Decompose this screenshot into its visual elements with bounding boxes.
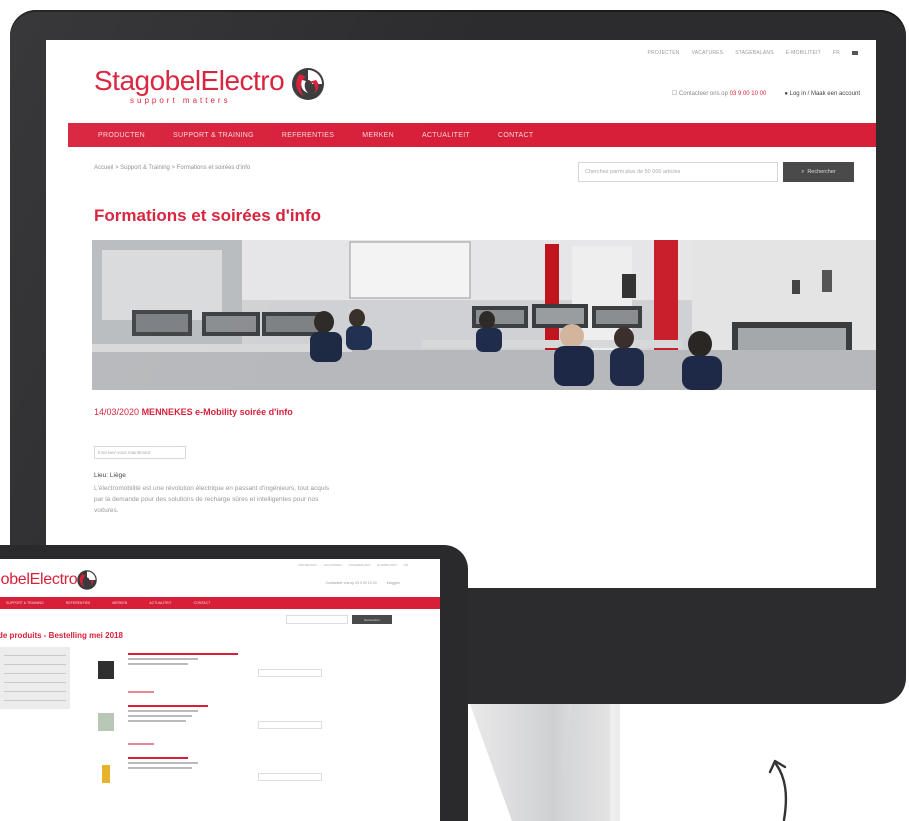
logo-tagline: support matters [130,96,231,105]
register-button[interactable]: Inscrivez-vous maintenant [94,446,186,459]
laptop-logo-part2: Electro [29,571,78,588]
laptop-phone-info[interactable]: Contacteer ons op 03 9 00 10 00 [326,581,377,585]
logo-text-part1: Stagobel [94,65,201,96]
laptop-screen: PROJECTEN VACATURES STAGEBALANS E-MOBILI… [0,559,440,821]
util-link-vacatures[interactable]: VACATURES [692,50,724,56]
laptop-utility-links: PROJECTEN VACATURES STAGEBALANS E-MOBILI… [298,563,408,567]
laptop-logo-part1: gobel [0,571,30,588]
search-button-label: Rechercher [807,169,836,175]
laptop-logo[interactable]: gobelElectro [0,571,78,589]
quantity-field[interactable] [258,721,322,729]
laptop-nav-item[interactable]: REFERENTIES [66,601,113,605]
product-info [128,757,198,772]
laptop-search-button[interactable]: Rechercher [352,615,392,624]
page-title: Formations et soirées d'info [94,206,321,225]
laptop-language-link[interactable]: FR [404,563,408,567]
logo-mark-icon [292,68,325,100]
product-name[interactable] [128,705,208,707]
nav-item-producten[interactable]: PRODUCTEN [98,132,173,139]
nav-item-merken[interactable]: MERKEN [362,132,422,139]
laptop-login-link[interactable]: Inloggen [387,581,400,585]
product-row [98,705,398,755]
laptop-sidebar [0,647,70,709]
flag-icon[interactable] [852,51,858,55]
util-link-projecten[interactable]: PROJECTEN [648,50,680,56]
product-detail [128,767,192,769]
nav-item-contact[interactable]: CONTACT [498,132,561,139]
desktop-screen: PROJECTEN VACATURES STAGEBALANS E-MOBILI… [46,40,876,588]
product-detail [128,658,198,660]
util-link-stagebalans[interactable]: STAGEBALANS [735,50,774,56]
phone-number: 03 9 00 10 00 [729,91,767,97]
laptop-page-title: de produits - Bestelling mei 2018 [0,631,123,640]
sidebar-row[interactable] [4,673,66,674]
product-detail [128,710,198,712]
event-name: MENNEKES e-Mobility soirée d'info [141,407,293,417]
sidebar-row[interactable] [4,682,66,683]
logo-text-part2: Electro [200,65,285,96]
product-thumbnail[interactable] [98,713,114,731]
laptop-nav-item[interactable]: MERKEN [112,601,149,605]
product-row [98,757,398,807]
event-location: Lieu: Liège [94,472,126,479]
laptop-nav-item[interactable]: CONTACT [194,601,233,605]
product-name[interactable] [128,653,238,655]
product-info [128,705,208,725]
laptop-util-link[interactable]: E-MOBILITEIT [377,563,397,567]
quantity-field[interactable] [258,669,322,677]
main-nav: PRODUCTEN SUPPORT & TRAINING REFERENTIES… [68,123,876,147]
product-detail [128,720,186,722]
nav-item-actualiteit[interactable]: ACTUALITEIT [422,132,498,139]
product-name[interactable] [128,757,188,759]
product-detail [128,663,188,665]
event-description: L'électromobilité est une révolution éle… [94,485,330,514]
laptop-nav-item[interactable]: ACTUALITEIT [149,601,193,605]
user-icon: ● [784,90,788,97]
header-contact: ☐ Contacteer ons op 03 9 00 10 00 ● Log … [672,90,860,98]
login-link[interactable]: ● Log in / Maak een account [784,91,860,97]
product-link[interactable] [128,691,154,693]
sidebar-row[interactable] [4,691,66,692]
laptop-header-contact: Contacteer ons op 03 9 00 10 00 Inloggen [326,581,400,585]
nav-item-support[interactable]: SUPPORT & TRAINING [173,132,282,139]
sidebar-row[interactable] [4,655,66,656]
laptop-util-link[interactable]: VACATURES [324,563,342,567]
phone-icon: ☐ [671,91,678,97]
laptop-search-input[interactable] [286,615,348,624]
sidebar-row[interactable] [4,664,66,665]
search-icon: ⌕ [801,168,805,175]
laptop-util-link[interactable]: PROJECTEN [298,563,316,567]
laptop-main-nav: SUPPORT & TRAINING REFERENTIES MERKEN AC… [0,597,440,609]
product-link[interactable] [128,743,154,745]
product-thumbnail[interactable] [98,661,114,679]
laptop-logo-mark-icon [77,570,97,590]
phone-info[interactable]: ☐ Contacteer ons op 03 9 00 10 00 [672,90,766,97]
search-button[interactable]: ⌕ Rechercher [783,162,854,182]
event-date: 14/03/2020 [94,407,140,417]
utility-links: PROJECTEN VACATURES STAGEBALANS E-MOBILI… [648,50,858,56]
language-link[interactable]: FR [833,50,840,56]
quantity-field[interactable] [258,773,322,781]
decorative-arrow-icon [768,759,788,821]
phone-label: Contacteer ons op [678,91,728,97]
sidebar-row[interactable] [4,700,66,701]
event-title[interactable]: 14/03/2020 MENNEKES e-Mobility soirée d'… [94,405,324,419]
product-info [128,653,238,668]
product-detail [128,762,198,764]
laptop-nav-item[interactable]: SUPPORT & TRAINING [6,601,66,605]
hero-classroom-image [92,240,876,390]
product-detail [128,715,192,717]
logo[interactable]: StagobelElectro support matters [94,66,326,110]
nav-item-referenties[interactable]: REFERENTIES [282,132,362,139]
search-input[interactable]: Cherchez parmi plus de 50 000 articles [578,162,778,182]
login-label: Log in / Maak een account [789,90,860,97]
breadcrumb[interactable]: Accueil > Support & Training > Formation… [94,165,250,171]
laptop-mockup: PROJECTEN VACATURES STAGEBALANS E-MOBILI… [0,545,468,821]
product-row [98,653,398,703]
util-link-emobiliteit[interactable]: E-MOBILITEIT [786,50,821,56]
product-thumbnail[interactable] [102,765,110,783]
laptop-util-link[interactable]: STAGEBALANS [349,563,371,567]
